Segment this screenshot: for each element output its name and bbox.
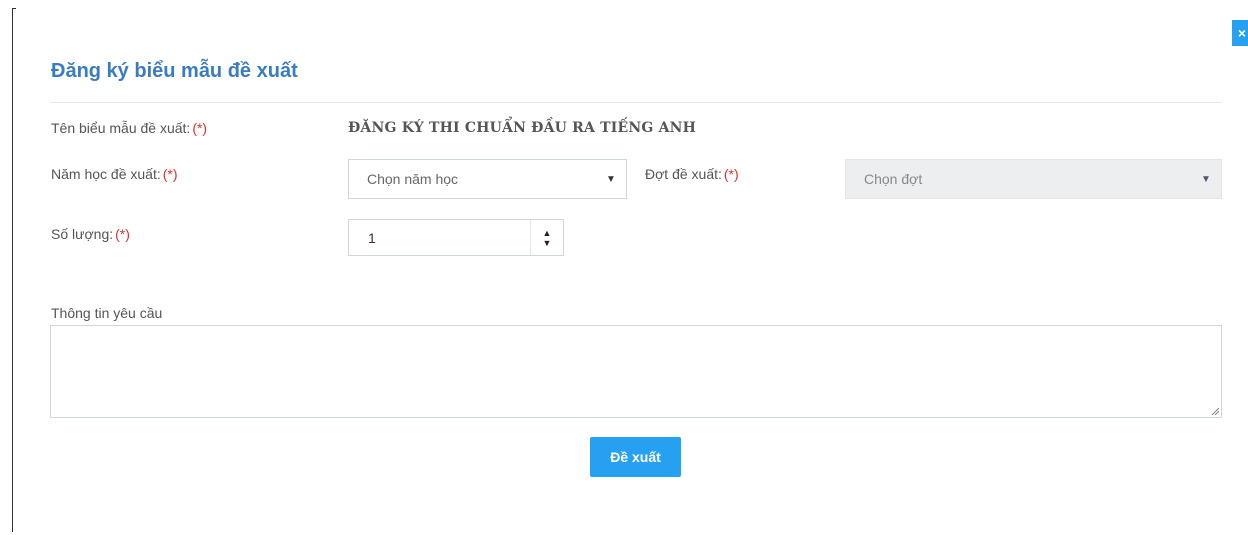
required-mark: (*) (162, 166, 178, 182)
school-year-select-value: Chọn năm học (367, 171, 459, 187)
stepper-buttons: ▲ ▼ (530, 220, 563, 255)
request-info-label: Thông tin yêu cầu (51, 305, 163, 321)
period-label-text: Đợt đề xuất: (645, 166, 722, 182)
quantity-label-text: Số lượng: (51, 226, 114, 242)
modal-left-border (12, 8, 13, 532)
chevron-down-icon: ▼ (606, 173, 616, 185)
required-mark: (*) (115, 226, 130, 242)
period-select[interactable]: Chọn đợt ▼ (845, 159, 1222, 199)
form-name-label-text: Tên biểu mẫu đề xuất: (51, 120, 191, 136)
modal-left-border-tick (12, 8, 16, 9)
chevron-down-icon: ▼ (1201, 173, 1211, 185)
school-year-label: Năm học đề xuất: (*) (51, 166, 178, 182)
close-button[interactable]: × (1232, 20, 1248, 46)
school-year-select[interactable]: Chọn năm học ▼ (348, 159, 627, 199)
form-name-label: Tên biểu mẫu đề xuất: (*) (51, 120, 207, 136)
period-select-value: Chọn đợt (864, 171, 923, 187)
resize-grip-icon[interactable] (1211, 407, 1219, 415)
school-year-label-text: Năm học đề xuất: (51, 166, 161, 182)
modal-title: Đăng ký biểu mẫu đề xuất (51, 60, 298, 82)
period-label: Đợt đề xuất: (*) (645, 166, 739, 182)
required-mark: (*) (192, 120, 208, 136)
title-divider (50, 102, 1222, 103)
quantity-stepper[interactable]: 1 ▲ ▼ (348, 219, 564, 256)
required-mark: (*) (723, 166, 739, 182)
quantity-label: Số lượng: (*) (51, 226, 130, 242)
submit-button[interactable]: Đề xuất (590, 437, 681, 477)
increment-icon[interactable]: ▲ (543, 228, 552, 238)
decrement-icon[interactable]: ▼ (543, 238, 552, 248)
request-info-textarea[interactable] (50, 325, 1222, 418)
quantity-value[interactable]: 1 (349, 230, 530, 246)
close-icon: × (1237, 25, 1246, 41)
form-name-value: ĐĂNG KÝ THI CHUẨN ĐẦU RA TIẾNG ANH (348, 120, 697, 136)
